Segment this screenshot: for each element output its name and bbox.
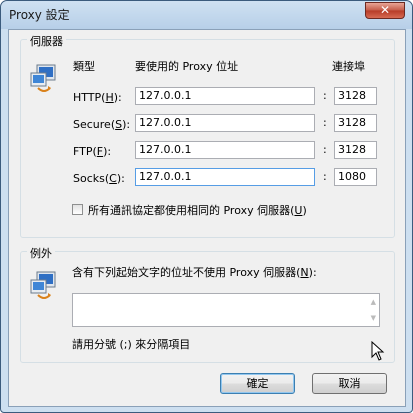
same-proxy-mnemonic: U <box>294 204 303 217</box>
exceptions-hint: 請用分號 (;) 來分隔項目 <box>72 338 191 351</box>
secure-port-input[interactable]: 3128 <box>334 114 377 132</box>
http-label: HTTP(H): <box>73 91 122 104</box>
column-header-proxy-address: 要使用的 Proxy 位址 <box>135 60 239 73</box>
network-computer-icon <box>30 271 56 299</box>
exceptions-label-text: 含有下列起始文字的位址不使用 Proxy 伺服器 <box>72 266 297 279</box>
title-bar: Proxy 設定 ✕ <box>1 1 412 27</box>
socks-mnemonic: C <box>109 172 117 185</box>
ftp-colon: : <box>323 143 327 156</box>
mouse-cursor-icon <box>371 341 385 361</box>
ftp-mnemonic: F <box>96 145 104 158</box>
network-computer-icon <box>30 64 56 92</box>
ok-button[interactable]: 確定 <box>220 373 295 394</box>
ftp-label: FTP(F): <box>73 145 112 158</box>
socks-port-input[interactable]: 1080 <box>334 168 377 186</box>
ftp-address-input[interactable]: 127.0.0.1 <box>135 141 315 159</box>
secure-label: Secure(S): <box>73 118 131 131</box>
same-proxy-label[interactable]: 所有通訊協定都使用相同的 Proxy 伺服器(U) <box>88 202 307 218</box>
scroll-down-arrow-icon[interactable]: ▼ <box>371 314 376 322</box>
column-header-type: 類型 <box>73 60 95 73</box>
secure-label-text: Secure <box>73 118 111 131</box>
socks-label: Socks(C): <box>73 172 125 185</box>
column-header-port: 連接埠 <box>332 60 365 73</box>
same-proxy-label-text: 所有通訊協定都使用相同的 Proxy 伺服器 <box>88 204 291 217</box>
socks-colon: : <box>323 170 327 183</box>
exceptions-group-label: 例外 <box>27 245 55 261</box>
ftp-label-text: FTP <box>73 145 93 158</box>
http-label-text: HTTP <box>73 91 102 104</box>
http-colon: : <box>323 89 327 102</box>
close-icon: ✕ <box>379 3 391 17</box>
exceptions-mnemonic: N <box>300 266 309 279</box>
socks-label-text: Socks <box>73 172 105 185</box>
dialog-body: 伺服器 類型 要使用的 Proxy 位址 連接埠 HTTP(H): 127.0.… <box>8 29 406 407</box>
http-port-input[interactable]: 3128 <box>334 87 377 105</box>
secure-colon: : <box>323 116 327 129</box>
http-address-input[interactable]: 127.0.0.1 <box>135 87 315 105</box>
scroll-up-arrow-icon[interactable]: ▲ <box>371 298 376 306</box>
secure-mnemonic: S <box>115 118 123 131</box>
proxy-settings-dialog: Proxy 設定 ✕ 伺服器 類型 要使用的 Proxy 位址 連接埠 HTTP… <box>0 0 413 413</box>
same-proxy-checkbox[interactable] <box>72 204 83 215</box>
secure-address-input[interactable]: 127.0.0.1 <box>135 114 315 132</box>
http-mnemonic: H <box>105 91 114 104</box>
cancel-button[interactable]: 取消 <box>312 373 387 394</box>
exceptions-textarea[interactable]: ▲ ▼ <box>72 293 380 327</box>
close-button[interactable]: ✕ <box>365 2 405 19</box>
ftp-port-input[interactable]: 3128 <box>334 141 377 159</box>
socks-address-input[interactable]: 127.0.0.1 <box>135 168 315 186</box>
exceptions-label: 含有下列起始文字的位址不使用 Proxy 伺服器(N): <box>72 266 317 279</box>
window-title: Proxy 設定 <box>9 8 70 22</box>
servers-group-label: 伺服器 <box>27 33 66 49</box>
